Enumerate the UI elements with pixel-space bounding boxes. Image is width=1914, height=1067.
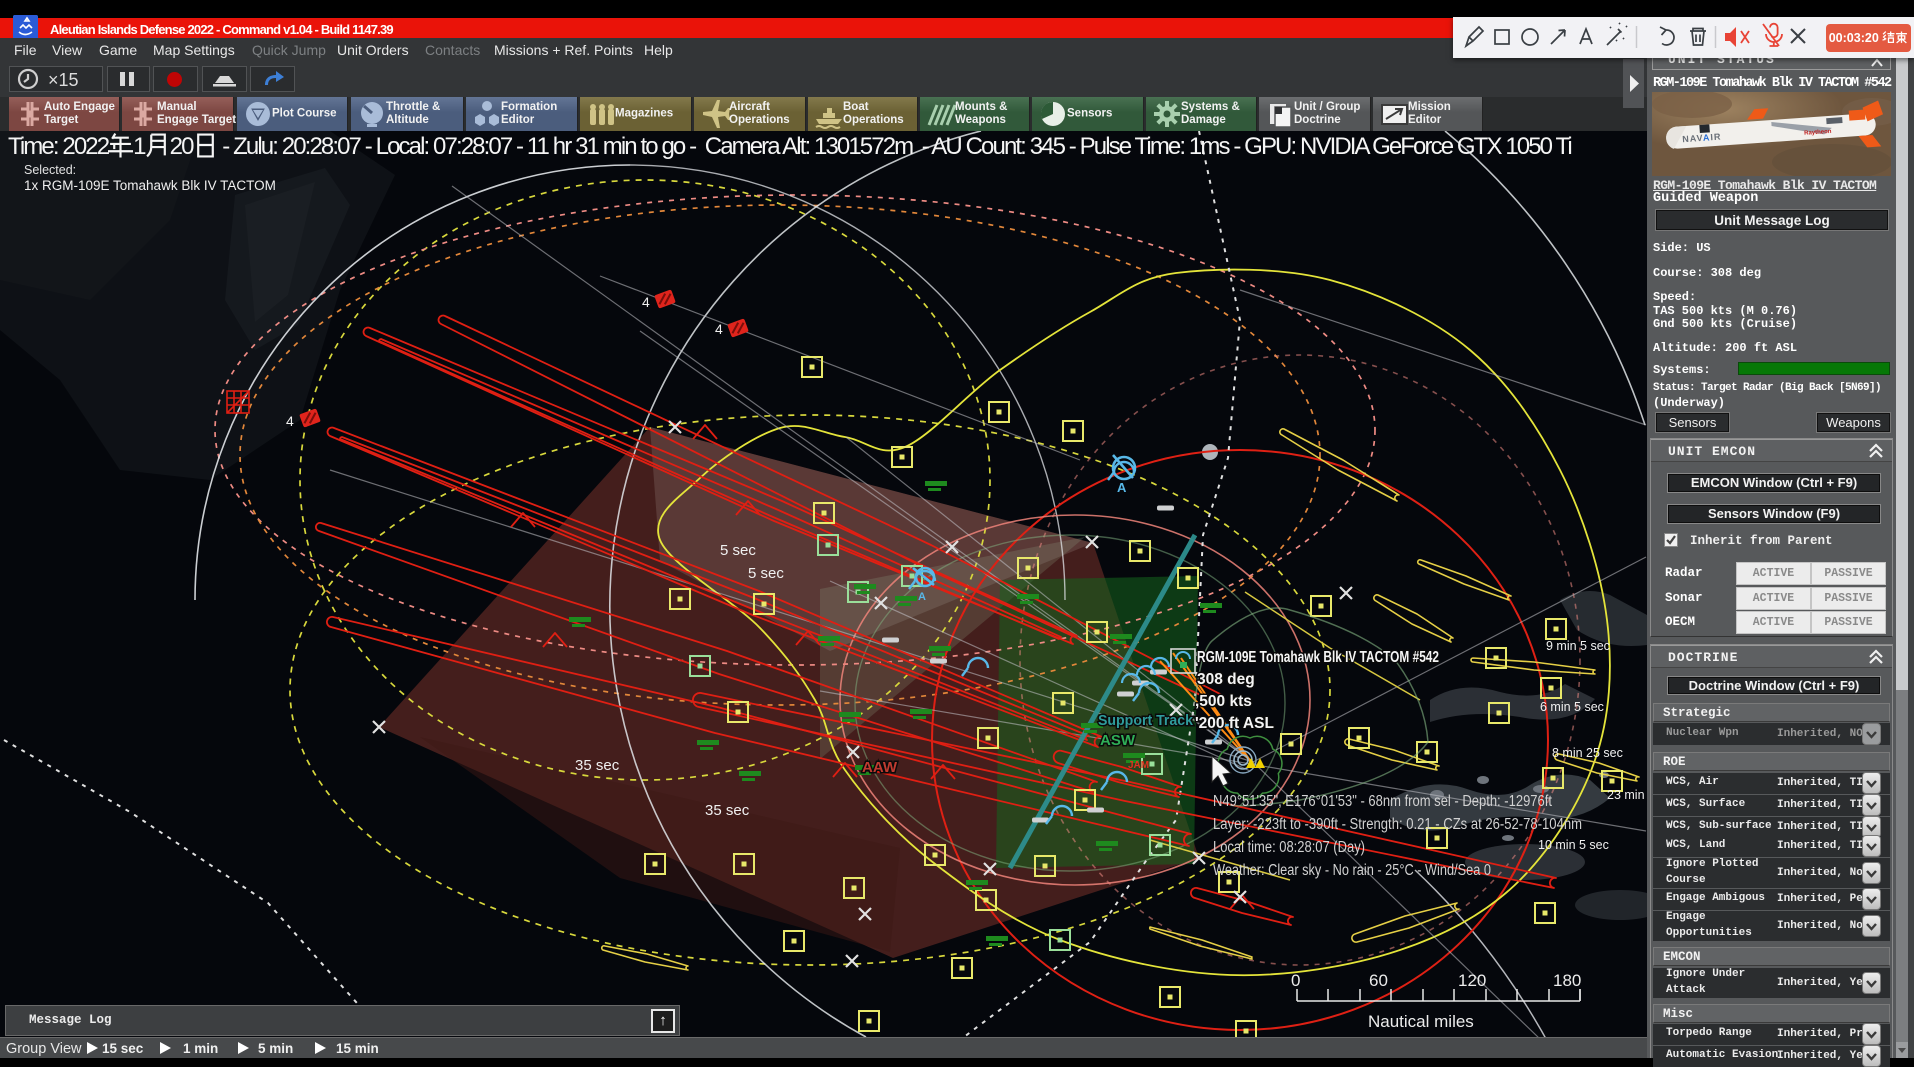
svg-text:Layer: -223ft to -390ft - Stre: Layer: -223ft to -390ft - Strength: 0.21… [1213, 816, 1582, 833]
svg-text:Nautical miles: Nautical miles [1368, 1012, 1474, 1031]
svg-text:23 min 1: 23 min 1 [1607, 788, 1647, 802]
svg-text:0: 0 [1291, 971, 1300, 990]
svg-text:RGM-109E Tomahawk Blk IV TACTO: RGM-109E Tomahawk Blk IV TACTOM #542 [1197, 649, 1439, 666]
svg-text:120: 120 [1458, 971, 1486, 990]
svg-text:35 sec: 35 sec [575, 757, 620, 774]
svg-text:4: 4 [286, 413, 294, 429]
svg-text:4: 4 [642, 294, 650, 310]
svg-text:35 sec: 35 sec [705, 802, 750, 819]
svg-text:10 min 5 sec: 10 min 5 sec [1538, 838, 1609, 852]
svg-text:60: 60 [1369, 971, 1388, 990]
svg-text:6 min 5 sec: 6 min 5 sec [1540, 700, 1604, 714]
svg-text:Support Track: Support Track [1098, 712, 1194, 729]
svg-text:4: 4 [715, 321, 723, 337]
svg-text:A: A [918, 591, 926, 603]
svg-text:Local time: 08:28:07 (Day): Local time: 08:28:07 (Day) [1213, 839, 1365, 856]
svg-text:ASW: ASW [1100, 732, 1136, 749]
svg-text:JAM: JAM [1128, 760, 1149, 771]
svg-text:180: 180 [1553, 971, 1581, 990]
svg-text:A: A [1117, 480, 1127, 495]
svg-text:308 deg: 308 deg [1197, 671, 1255, 688]
svg-text:,500 kts: ,500 kts [1195, 693, 1252, 710]
svg-text:AAW: AAW [862, 759, 898, 776]
svg-text:5 sec: 5 sec [748, 565, 784, 582]
svg-text:8 min 25 sec: 8 min 25 sec [1552, 746, 1623, 760]
svg-text:5 sec: 5 sec [720, 542, 756, 559]
svg-text:Weather: Clear sky - No rain -: Weather: Clear sky - No rain - 25°C - Wi… [1213, 862, 1491, 879]
svg-text:9 min 5 sec: 9 min 5 sec [1546, 639, 1610, 653]
svg-text:N49°51'35", E176°01'53" - 68nm: N49°51'35", E176°01'53" - 68nm from sel … [1213, 793, 1553, 810]
svg-text:×15: ×15 [48, 70, 79, 90]
svg-text:'200 ft ASL: '200 ft ASL [1195, 715, 1274, 732]
